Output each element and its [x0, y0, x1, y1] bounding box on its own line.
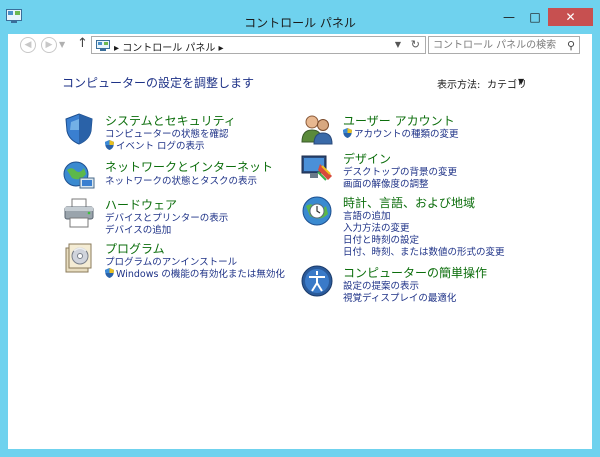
view-by-label: 表示方法:: [437, 80, 481, 91]
search-box[interactable]: ⚲: [428, 36, 580, 54]
forward-arrow-icon: ▶: [45, 40, 53, 50]
category-link-shielded[interactable]: Windows の機能の有効化または無効化: [105, 266, 285, 280]
address-bar[interactable]: ▸ コントロール パネル ▸ ▼ ↻: [91, 36, 426, 54]
category-ease-of-access: コンピューターの簡単操作 設定の提案の表示 視覚ディスプレイの最適化: [300, 264, 560, 304]
page-heading: コンピューターの設定を調整します: [62, 76, 255, 90]
appearance-icon[interactable]: [300, 150, 334, 184]
category-programs: プログラム プログラムのアンインストール Windows の機能の有効化または無…: [62, 240, 302, 280]
category-link[interactable]: 日付、時刻、または数値の形式の変更: [343, 244, 505, 258]
window-content: ◀ ▶ ▼ ↑ ▸ コントロール パネル ▸ ▼ ↻ ⚲ コンピューターの設定: [8, 34, 592, 449]
address-dropdown-icon[interactable]: ▼: [395, 40, 401, 49]
close-button[interactable]: ✕: [548, 8, 593, 26]
recent-locations-button[interactable]: ▼: [59, 40, 65, 49]
control-panel-window: コントロール パネル — □ ✕ ◀ ▶ ▼ ↑ ▸ コントロール パネル ▸ …: [0, 0, 600, 457]
category-link[interactable]: デバイスの追加: [105, 222, 171, 236]
refresh-icon[interactable]: ↻: [411, 38, 420, 51]
printer-icon[interactable]: [62, 196, 96, 230]
back-arrow-icon: ◀: [24, 40, 32, 50]
category-system-security: システムとセキュリティ コンピューターの状態を確認 イベント ログの表示: [62, 112, 292, 152]
category-link[interactable]: ネットワークの状態とタスクの表示: [105, 173, 257, 187]
category-link[interactable]: 画面の解像度の調整: [343, 176, 429, 190]
category-appearance: デザイン デスクトップの背景の変更 画面の解像度の調整: [300, 150, 540, 190]
uac-shield-icon: [105, 140, 114, 150]
shield-icon[interactable]: [62, 112, 96, 146]
uac-shield-icon: [105, 268, 114, 278]
category-network-internet: ネットワークとインターネット ネットワークの状態とタスクの表示: [62, 158, 292, 194]
ease-of-access-icon[interactable]: [300, 264, 334, 298]
users-icon[interactable]: [300, 112, 334, 146]
category-hardware: ハードウェア デバイスとプリンターの表示 デバイスの追加: [62, 196, 292, 236]
title-bar[interactable]: コントロール パネル — □ ✕: [0, 0, 600, 34]
up-arrow-icon: ↑: [77, 36, 88, 51]
forward-button[interactable]: ▶: [41, 37, 57, 53]
uac-shield-icon: [343, 128, 352, 138]
category-clock-language-region: 時計、言語、および地域 言語の追加 入力方法の変更 日付と時刻の設定 日付、時刻…: [300, 194, 560, 260]
category-user-accounts: ユーザー アカウント アカウントの種類の変更: [300, 112, 540, 148]
chevron-down-icon[interactable]: ▼: [518, 77, 524, 86]
up-button[interactable]: ↑: [77, 36, 88, 51]
address-path[interactable]: ▸ コントロール パネル ▸: [114, 39, 224, 54]
navigation-bar: ◀ ▶ ▼ ↑ ▸ コントロール パネル ▸ ▼ ↻ ⚲: [8, 34, 592, 56]
category-link-shielded[interactable]: イベント ログの表示: [105, 138, 205, 152]
search-icon[interactable]: ⚲: [567, 39, 575, 52]
control-panel-icon: [96, 40, 110, 51]
search-input[interactable]: [433, 39, 559, 52]
minimize-button[interactable]: —: [496, 8, 522, 26]
programs-icon[interactable]: [62, 240, 96, 274]
maximize-button[interactable]: □: [522, 8, 548, 26]
globe-clock-icon[interactable]: [300, 194, 334, 228]
back-button[interactable]: ◀: [20, 37, 36, 53]
network-icon[interactable]: [62, 158, 96, 192]
category-link[interactable]: 視覚ディスプレイの最適化: [343, 290, 456, 304]
category-link-shielded[interactable]: アカウントの種類の変更: [343, 126, 459, 140]
